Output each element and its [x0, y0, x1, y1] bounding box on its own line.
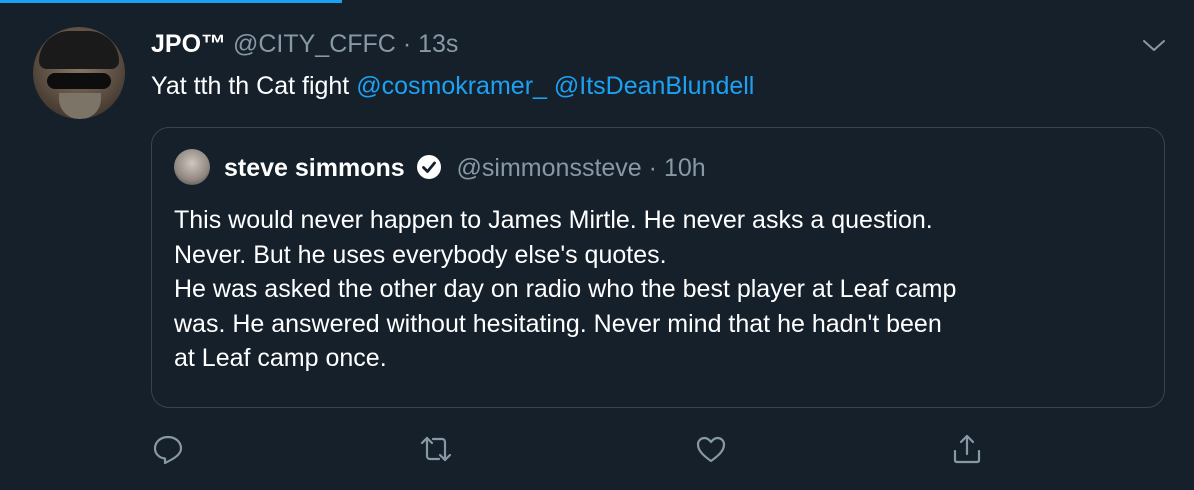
author-name[interactable]: JPO™	[151, 30, 226, 58]
mention-link[interactable]: @cosmokramer_	[356, 72, 547, 100]
avatar-cap	[39, 31, 119, 69]
chevron-down-icon[interactable]	[1142, 36, 1166, 56]
author-handle[interactable]: @CITY_CFFC	[233, 30, 396, 58]
quoted-tweet[interactable]: steve simmons @simmonssteve · 10h This w…	[151, 127, 1165, 408]
retweet-button[interactable]	[419, 432, 453, 466]
tweet-text-body: Yat tth th Cat fight	[151, 72, 350, 100]
tweet-timestamp[interactable]: 13s	[418, 30, 458, 58]
separator-dot: ·	[648, 154, 657, 182]
retweet-icon	[420, 436, 452, 462]
quoted-author-name[interactable]: steve simmons	[224, 154, 405, 182]
tweet-text: Yat tth th Cat fight @cosmokramer_ @ItsD…	[151, 72, 754, 101]
mention-link[interactable]: @ItsDeanBlundell	[554, 72, 755, 100]
quoted-text-line: He was asked the other day on radio who …	[174, 275, 957, 303]
reply-button[interactable]	[151, 432, 185, 466]
verified-badge-icon	[416, 154, 442, 180]
share-button[interactable]	[950, 432, 984, 466]
reply-icon	[153, 435, 183, 465]
share-icon	[953, 434, 981, 464]
tweet-actions	[0, 428, 1194, 468]
quoted-avatar[interactable]	[174, 149, 210, 185]
like-icon	[696, 436, 726, 463]
avatar-glasses	[47, 73, 111, 89]
quoted-header: steve simmons @simmonssteve · 10h	[224, 154, 706, 183]
quoted-author-handle[interactable]: @simmonssteve	[457, 154, 642, 182]
quoted-text-line: was. He answered without hesitating. Nev…	[174, 309, 942, 338]
quoted-text-line: Never. But he uses everybody else's quot…	[174, 240, 667, 269]
quoted-timestamp[interactable]: 10h	[664, 154, 706, 182]
avatar[interactable]	[33, 27, 125, 119]
tweet-header: JPO™ @CITY_CFFC · 13s	[151, 30, 458, 59]
avatar-beard	[59, 93, 101, 119]
quoted-text: This would never happen to James Mirtle.…	[174, 203, 956, 376]
like-button[interactable]	[694, 432, 728, 466]
separator-dot: ·	[402, 30, 412, 58]
tweet[interactable]: JPO™ @CITY_CFFC · 13s Yat tth th Cat fig…	[0, 0, 1194, 490]
quoted-text-line: This would never happen to James Mirtle.…	[174, 206, 933, 234]
quoted-text-line: at Leaf camp once.	[174, 344, 387, 372]
